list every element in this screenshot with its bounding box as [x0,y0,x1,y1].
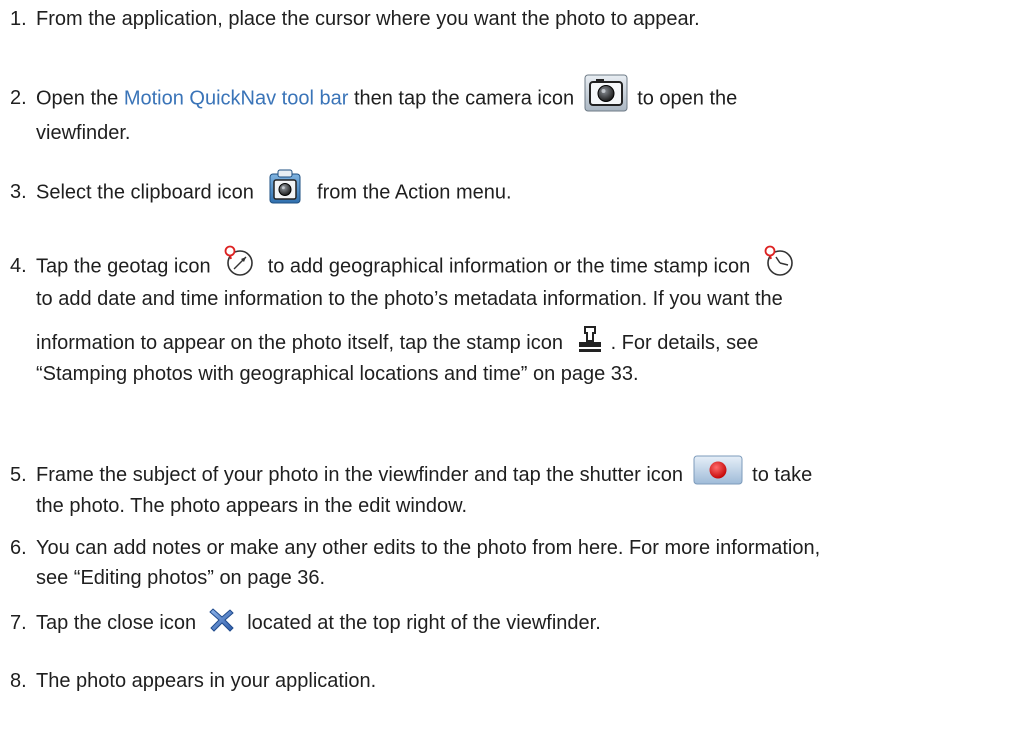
step-number: 8. [10,670,27,692]
step-text: then tap the camera icon [348,87,580,110]
step-number: 7. [10,612,27,634]
step-4: 4. Tap the geotag icon to add geographica… [10,245,1020,389]
step-text: Select the clipboard icon [36,181,260,204]
step-text: . For details, see [610,332,759,354]
motion-quicknav-link[interactable]: Motion QuickNav tool bar [124,87,349,109]
step-text: information to appear on the photo itsel… [36,332,569,354]
step-number: 1. [10,8,27,30]
close-icon [208,606,236,634]
step-text: Frame the subject of your photo in the v… [36,464,689,486]
step-6: 6. You can add notes or make any other ed… [10,533,1020,593]
step-number: 2. [10,87,27,110]
step-number: 6. [10,537,27,559]
step-number: 5. [10,464,27,486]
step-text: viewfinder. [36,122,131,144]
geotag-icon [222,244,256,278]
step-text: located at the top right of the viewfind… [241,612,601,634]
step-text: You can add notes or make any other edit… [36,537,821,559]
step-number: 3. [10,181,27,204]
time-stamp-icon [762,244,796,278]
step-text: to add geographical information or the t… [262,255,756,278]
step-text: “Stamping photos with geographical locat… [36,362,639,385]
clipboard-icon [267,169,303,205]
step-text: the photo. The photo appears in the edit… [36,494,468,517]
step-text: Tap the geotag icon [36,255,217,278]
step-3: 3. Select the clipboard icon from the Ac… [10,169,1020,211]
step-text: Tap the close icon [36,612,202,634]
step-5: 5. Frame the subject of your photo in the… [10,455,1020,521]
camera-icon [584,74,628,112]
step-text: see “Editing photos” on page 36. [36,567,326,589]
step-text: from the Action menu. [311,181,512,204]
step-text: From the application, place the cursor w… [36,8,700,30]
stamp-icon [575,324,605,354]
step-text: to take [746,464,813,486]
step-text: The photo appears in your application. [36,670,377,692]
step-7: 7. Tap the close icon located at the top … [10,608,1020,638]
step-text: Open the [36,87,124,110]
step-text: to open the [631,87,738,110]
step-8: 8. The photo appears in your application. [10,666,1020,696]
step-1: 1. From the application, place the cursor… [10,4,1020,34]
shutter-icon [693,455,743,485]
step-2: 2. Open the Motion QuickNav tool bar then… [10,74,1020,148]
step-text: to add date and time information to the … [36,288,783,310]
step-number: 4. [10,255,27,278]
